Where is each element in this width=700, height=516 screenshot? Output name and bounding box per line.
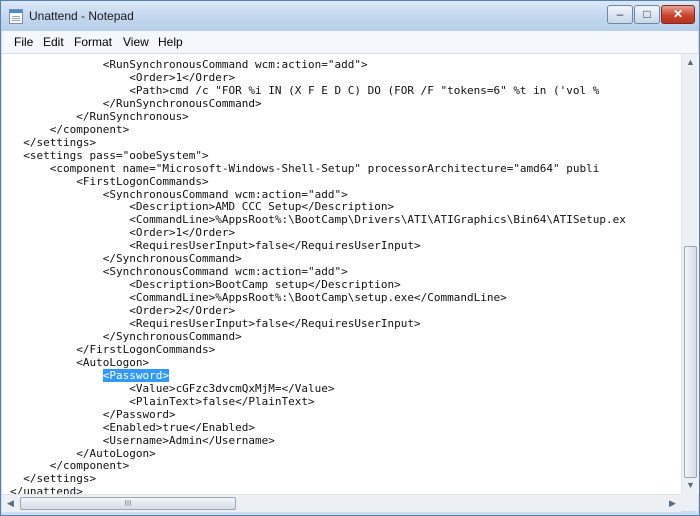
text-line[interactable]: <Order>1</Order>: [10, 226, 235, 239]
text-line[interactable]: <FirstLogonCommands>: [10, 175, 208, 188]
text-line[interactable]: <Value>cGFzc3dvcmQxMjM=</Value>: [10, 382, 334, 395]
notepad-window: Unattend - Notepad – □ ✕ File Edit Forma…: [0, 0, 700, 516]
text-line[interactable]: </RunSynchronous>: [10, 110, 189, 123]
menu-edit[interactable]: Edit: [43, 35, 64, 49]
scroll-left-arrow-icon[interactable]: ◀: [2, 495, 19, 512]
text-line[interactable]: <CommandLine>%AppsRoot%:\BootCamp\Driver…: [10, 213, 626, 226]
menu-view[interactable]: View: [123, 35, 149, 49]
text-line[interactable]: </settings>: [10, 472, 96, 485]
text-line[interactable]: <RunSynchronousCommand wcm:action="add">: [10, 58, 368, 71]
text-line[interactable]: <RequiresUserInput>false</RequiresUserIn…: [10, 239, 420, 252]
selected-text[interactable]: <Password>: [102, 368, 169, 382]
text-line[interactable]: <Description>AMD CCC Setup</Description>: [10, 200, 394, 213]
maximize-button[interactable]: □: [634, 5, 660, 24]
text-line[interactable]: <PlainText>false</PlainText>: [10, 395, 314, 408]
text-line[interactable]: <SynchronousCommand wcm:action="add">: [10, 188, 348, 201]
text-editor-area[interactable]: <RunSynchronousCommand wcm:action="add">…: [2, 54, 681, 494]
vertical-scroll-thumb[interactable]: [684, 246, 697, 478]
minimize-button[interactable]: –: [607, 5, 633, 24]
text-line[interactable]: <settings pass="oobeSystem">: [10, 149, 208, 162]
text-line[interactable]: </unattend>: [10, 485, 83, 494]
menu-format[interactable]: Format: [74, 35, 112, 49]
text-line[interactable]: </RunSynchronousCommand>: [10, 97, 262, 110]
notepad-app-icon[interactable]: [9, 9, 23, 24]
text-line[interactable]: <component name="Microsoft-Windows-Shell…: [10, 162, 600, 175]
menu-file[interactable]: File: [14, 35, 33, 49]
text-line[interactable]: <RequiresUserInput>false</RequiresUserIn…: [10, 317, 420, 330]
horizontal-scrollbar[interactable]: ◀ III ▶: [2, 494, 681, 512]
text-line[interactable]: <Password>: [10, 368, 169, 382]
text-line[interactable]: </FirstLogonCommands>: [10, 343, 215, 356]
text-line[interactable]: </SynchronousCommand>: [10, 330, 242, 343]
horizontal-scroll-thumb[interactable]: III: [20, 497, 236, 510]
menu-help[interactable]: Help: [158, 35, 183, 49]
text-line[interactable]: </component>: [10, 459, 129, 472]
text-line[interactable]: <AutoLogon>: [10, 356, 149, 369]
text-line[interactable]: <SynchronousCommand wcm:action="add">: [10, 265, 348, 278]
vertical-scrollbar[interactable]: ▲ ▼: [681, 54, 699, 494]
text-line[interactable]: </AutoLogon>: [10, 447, 155, 460]
text-line[interactable]: <Order>1</Order>: [10, 71, 235, 84]
text-line[interactable]: </SynchronousCommand>: [10, 252, 242, 265]
text-line[interactable]: </component>: [10, 123, 129, 136]
text-line[interactable]: <Description>BootCamp setup</Description…: [10, 278, 401, 291]
scroll-down-arrow-icon[interactable]: ▼: [682, 477, 699, 494]
scroll-up-arrow-icon[interactable]: ▲: [682, 54, 699, 71]
close-button[interactable]: ✕: [661, 5, 695, 24]
size-grip[interactable]: [681, 494, 698, 511]
window-title: Unattend - Notepad: [29, 9, 134, 23]
text-line[interactable]: </settings>: [10, 136, 96, 149]
text-line[interactable]: <CommandLine>%AppsRoot%:\BootCamp\setup.…: [10, 291, 507, 304]
text-line[interactable]: <Username>Admin</Username>: [10, 434, 275, 447]
text-line[interactable]: <Path>cmd /c "FOR %i IN (X F E D C) DO (…: [10, 84, 599, 97]
title-bar[interactable]: Unattend - Notepad – □ ✕: [1, 1, 699, 31]
menu-bar: File Edit Format View Help: [2, 31, 698, 54]
scroll-right-arrow-icon[interactable]: ▶: [664, 495, 681, 512]
text-line[interactable]: <Enabled>true</Enabled>: [10, 421, 255, 434]
text-line[interactable]: <Order>2</Order>: [10, 304, 235, 317]
text-line[interactable]: </Password>: [10, 408, 176, 421]
